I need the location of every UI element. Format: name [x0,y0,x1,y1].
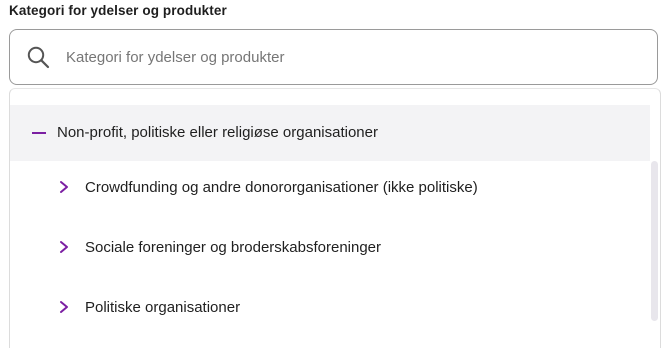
subcategory-item[interactable]: Politiske organisationer [10,283,650,341]
subcategory-item-label: Sociale foreninger og broderskabsforenin… [85,239,382,256]
dropdown-scrollbar[interactable] [651,161,658,321]
subcategory-item[interactable]: Sociale foreninger og broderskabsforenin… [10,223,650,281]
field-label: Kategori for ydelser og produkter [9,3,227,18]
search-icon [26,45,50,69]
category-item-nonprofit[interactable]: Non-profit, politiske eller religiøse or… [10,105,650,161]
chevron-right-icon[interactable] [59,180,69,194]
subcategory-item[interactable]: Crowdfunding og andre donororganisatione… [10,163,650,221]
subcategory-item-label: Politiske organisationer [85,299,241,316]
category-dropdown: Non-profit, politiske eller religiøse or… [9,88,661,348]
minus-icon[interactable] [32,132,46,134]
chevron-right-icon[interactable] [59,300,69,314]
subcategory-item-label: Crowdfunding og andre donororganisatione… [85,179,478,196]
chevron-right-icon[interactable] [59,240,69,254]
category-item-label: Non-profit, politiske eller religiøse or… [57,124,378,141]
search-box[interactable] [9,29,658,85]
search-input[interactable] [66,30,626,84]
